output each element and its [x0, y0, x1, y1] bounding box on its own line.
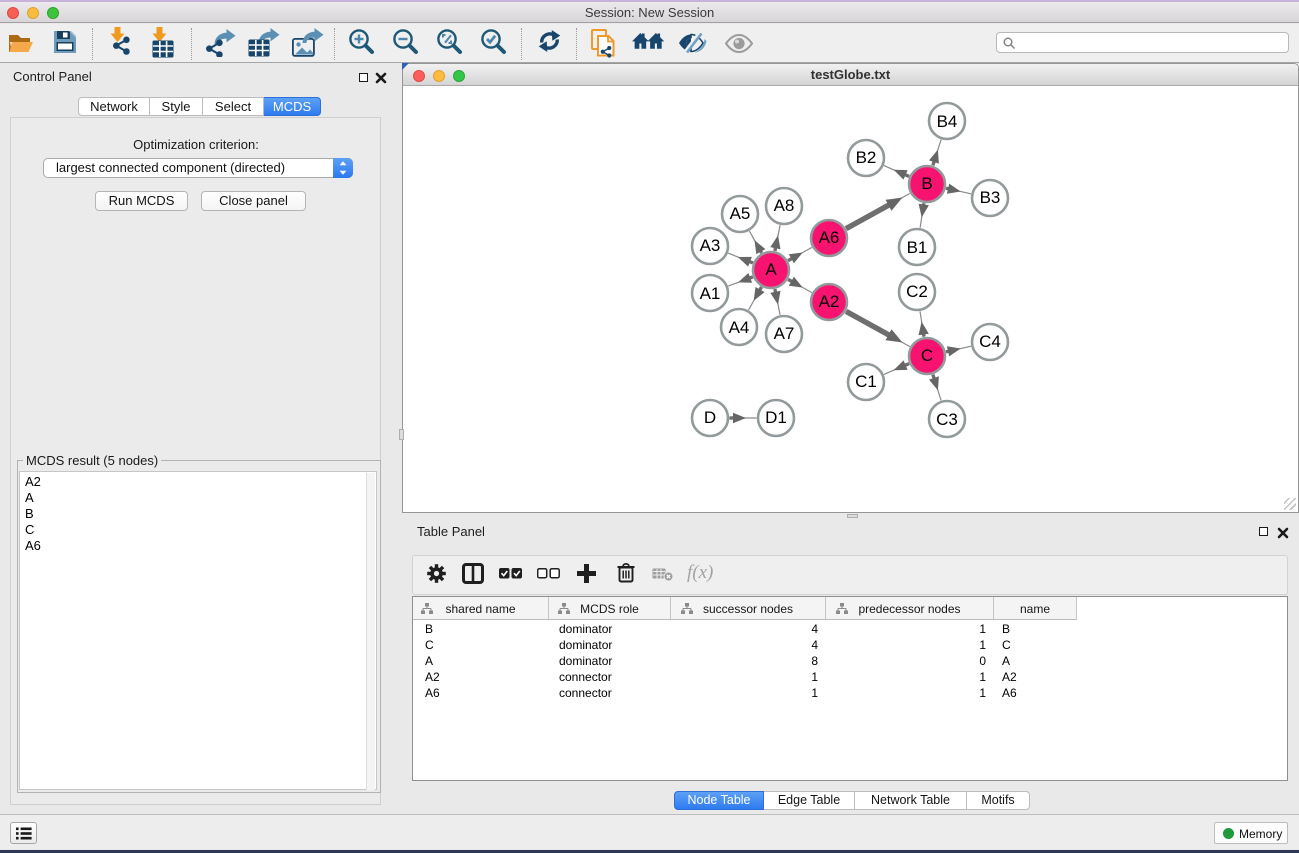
- svg-text:B: B: [921, 174, 932, 193]
- svg-text:A7: A7: [774, 324, 795, 343]
- svg-text:A: A: [765, 260, 777, 279]
- svg-text:A3: A3: [700, 236, 721, 255]
- svg-text:D: D: [704, 408, 716, 427]
- svg-text:C1: C1: [855, 372, 877, 391]
- svg-text:D1: D1: [765, 408, 787, 427]
- svg-text:A5: A5: [730, 204, 751, 223]
- svg-text:B3: B3: [980, 188, 1001, 207]
- svg-text:B4: B4: [937, 112, 958, 131]
- svg-text:B1: B1: [907, 238, 928, 257]
- svg-text:C: C: [921, 346, 933, 365]
- svg-text:A6: A6: [819, 228, 840, 247]
- svg-text:A1: A1: [700, 284, 721, 303]
- svg-text:C3: C3: [936, 410, 958, 429]
- svg-text:B2: B2: [856, 148, 877, 167]
- svg-text:C4: C4: [979, 332, 1001, 351]
- svg-text:A4: A4: [729, 318, 750, 337]
- svg-text:A2: A2: [819, 292, 840, 311]
- svg-text:C2: C2: [906, 282, 928, 301]
- svg-text:A8: A8: [774, 196, 795, 215]
